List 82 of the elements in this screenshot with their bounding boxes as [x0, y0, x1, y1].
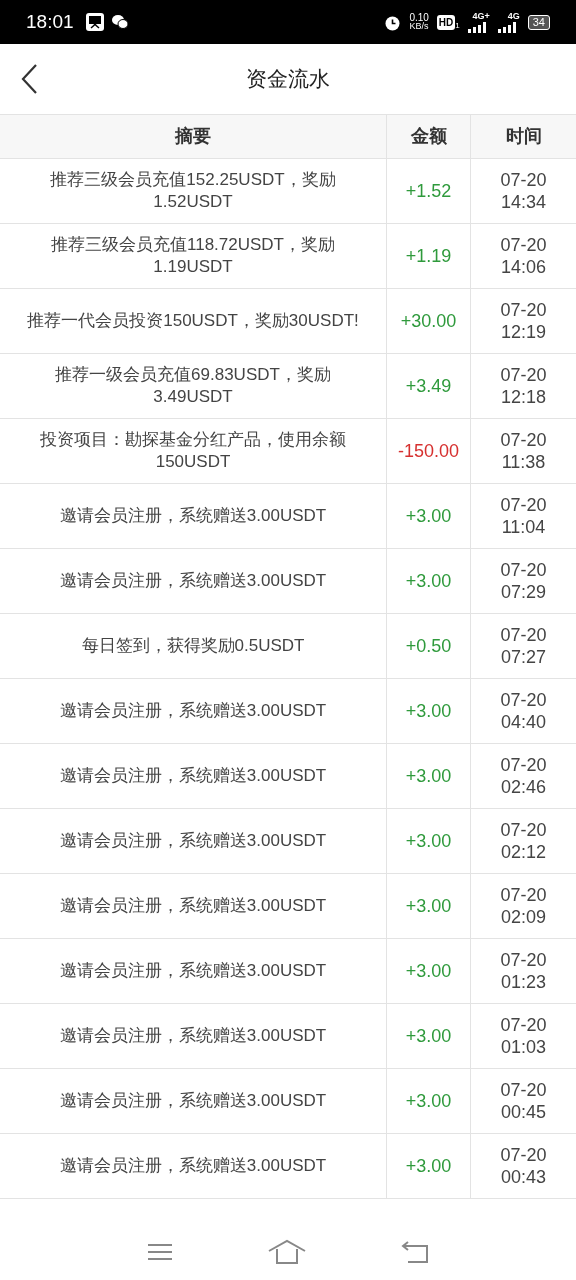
summary-cell-text: 推荐三级会员充值118.72USDT，奖励1.19USDT — [50, 234, 336, 278]
amount-cell-text: +3.00 — [405, 829, 452, 853]
date-text: 07-20 — [500, 299, 547, 321]
summary-cell: 邀请会员注册，系统赠送3.00USDT — [59, 505, 327, 527]
time-text: 11:04 — [501, 516, 546, 538]
menu-icon[interactable] — [146, 1242, 175, 1262]
date-text: 07-20 — [500, 364, 547, 386]
date-text: 07-20 — [500, 1144, 547, 1166]
time-text: 02:12 — [500, 841, 546, 863]
date-text: 07-20 — [500, 689, 547, 711]
date-text: 07-20 — [500, 1014, 547, 1036]
date-text: 07-20 — [500, 234, 547, 256]
summary-cell: 邀请会员注册，系统赠送3.00USDT — [59, 960, 327, 982]
time-text: 14:34 — [500, 191, 546, 213]
amount-cell-text: +30.00 — [400, 309, 457, 333]
date-text: 07-20 — [500, 819, 547, 841]
time-text: 00:43 — [500, 1166, 546, 1188]
time-text: 02:46 — [500, 776, 546, 798]
time-text: 01:03 — [500, 1036, 546, 1058]
time-text: 07:29 — [500, 581, 546, 603]
date-text: 07-20 — [500, 754, 547, 776]
time-text: 02:09 — [500, 906, 546, 928]
summary-cell-text: 投资项目：勘探基金分红产品，使用余额150USDT — [39, 429, 347, 473]
time-text: 04:40 — [500, 711, 546, 733]
amount-cell-text: +3.49 — [405, 374, 452, 398]
summary-cell: 邀请会员注册，系统赠送3.00USDT — [59, 1155, 327, 1177]
time-text: 01:23 — [500, 971, 546, 993]
hd-badge: HD — [436, 14, 456, 30]
summary-cell-text: 推荐一级会员充值69.83USDT，奖励3.49USDT — [54, 364, 332, 408]
back-nav-icon[interactable] — [399, 1240, 430, 1264]
hd-sub: 1 — [455, 20, 460, 32]
date-text: 07-20 — [500, 429, 547, 451]
date-text: 07-20 — [500, 624, 547, 646]
amount-cell-text: +1.52 — [405, 179, 452, 203]
page-title: 资金流水 — [246, 66, 330, 93]
summary-cell: 邀请会员注册，系统赠送3.00USDT — [59, 895, 327, 917]
chat-icon — [111, 15, 128, 29]
amount-cell-text: +0.50 — [405, 634, 452, 658]
amount-cell-text: +3.00 — [405, 1089, 452, 1113]
home-icon[interactable] — [267, 1239, 307, 1265]
date-text: 07-20 — [500, 494, 547, 516]
app-icon — [85, 13, 104, 31]
summary-cell: 邀请会员注册，系统赠送3.00USDT — [59, 765, 327, 787]
summary-cell: 邀请会员注册，系统赠送3.00USDT — [59, 1090, 327, 1112]
net-speed: 0.10 — [409, 13, 429, 22]
date-text: 07-20 — [500, 949, 547, 971]
amount-cell-text: -150.00 — [397, 439, 460, 463]
amount-cell-text: +3.00 — [405, 959, 452, 983]
time-text: 00:45 — [500, 1101, 546, 1123]
column-header: 摘要 — [175, 125, 211, 148]
column-header: 金额 — [410, 125, 447, 148]
amount-cell-text: +3.00 — [405, 764, 452, 788]
time-text: 14:06 — [500, 256, 546, 278]
amount-cell-text: +1.19 — [405, 244, 452, 268]
time-text: 12:18 — [500, 386, 546, 408]
net-unit: KB/s — [409, 22, 429, 31]
summary-cell: 邀请会员注册，系统赠送3.00USDT — [59, 830, 327, 852]
column-header: 时间 — [505, 125, 542, 148]
amount-cell-text: +3.00 — [405, 1024, 452, 1048]
time-text: 07:27 — [500, 646, 546, 668]
amount-cell-text: +3.00 — [405, 1154, 452, 1178]
back-icon[interactable] — [20, 63, 38, 95]
date-text: 07-20 — [500, 884, 547, 906]
amount-cell-text: +3.00 — [405, 504, 452, 528]
summary-cell: 每日签到，获得奖励0.5USDT — [81, 635, 305, 657]
amount-cell-text: +3.00 — [405, 894, 452, 918]
summary-cell: 邀请会员注册，系统赠送3.00USDT — [59, 570, 327, 592]
network-type: 4G+ — [472, 11, 490, 21]
summary-cell: 推荐一代会员投资150USDT，奖励30USDT! — [27, 310, 359, 332]
clock: 18:01 — [26, 9, 74, 34]
summary-cell: 邀请会员注册，系统赠送3.00USDT — [59, 700, 327, 722]
amount-cell-text: +3.00 — [405, 569, 452, 593]
network-type: 4G — [507, 11, 520, 21]
date-text: 07-20 — [500, 1079, 547, 1101]
date-text: 07-20 — [500, 169, 547, 191]
time-text: 11:38 — [501, 451, 546, 473]
time-text: 12:19 — [500, 321, 546, 343]
amount-cell-text: +3.00 — [405, 699, 452, 723]
summary-cell: 邀请会员注册，系统赠送3.00USDT — [59, 1025, 327, 1047]
date-text: 07-20 — [500, 559, 547, 581]
battery: 34 — [527, 14, 550, 30]
summary-cell-text: 推荐三级会员充值152.25USDT，奖励1.52USDT — [49, 169, 337, 213]
